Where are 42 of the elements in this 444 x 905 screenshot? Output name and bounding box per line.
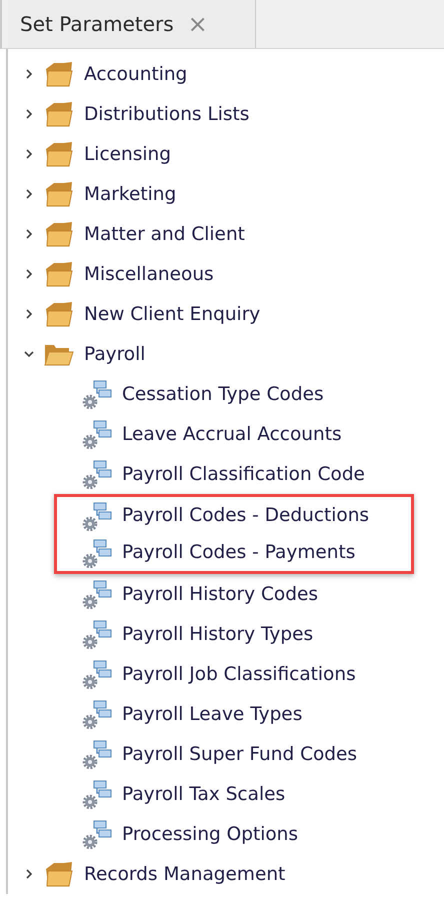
folder-icon [44, 101, 74, 127]
folder-label[interactable]: Accounting [84, 64, 188, 84]
folder-label[interactable]: Matter and Client [84, 224, 245, 244]
table-label[interactable]: Payroll Job Classifications [122, 664, 356, 684]
table-settings-icon [82, 379, 112, 409]
table-label[interactable]: Cessation Type Codes [122, 384, 324, 404]
folder-icon [44, 301, 74, 327]
table-settings-icon [82, 819, 112, 849]
table-settings-icon [82, 500, 112, 530]
table-label[interactable]: Leave Accrual Accounts [122, 424, 342, 444]
folder-label[interactable]: New Client Enquiry [84, 304, 260, 324]
table-label[interactable]: Payroll History Codes [122, 584, 318, 604]
table-label[interactable]: Payroll History Types [122, 624, 314, 644]
table-settings-icon [82, 779, 112, 809]
folder-label[interactable]: Miscellaneous [84, 264, 214, 284]
table-settings-icon [82, 619, 112, 649]
folder-icon [44, 61, 74, 87]
folder-label[interactable]: Records Management [84, 864, 286, 884]
table-settings-icon [82, 419, 112, 449]
folder-label[interactable]: Marketing [84, 184, 176, 204]
folder-icon [44, 861, 74, 887]
table-settings-icon [82, 739, 112, 769]
table-label[interactable]: Payroll Super Fund Codes [122, 744, 358, 764]
table-settings-icon [82, 579, 112, 609]
table-settings-icon [82, 459, 112, 489]
table-label[interactable]: Payroll Codes - Deductions [122, 505, 370, 526]
table-settings-icon [82, 659, 112, 689]
panel-tab[interactable]: Set Parameters × [8, 0, 256, 48]
table-label[interactable]: Payroll Classification Code [122, 464, 365, 484]
table-label[interactable]: Processing Options [122, 824, 298, 844]
table-label[interactable]: Payroll Tax Scales [122, 784, 286, 804]
table-label[interactable]: Payroll Leave Types [122, 704, 302, 724]
folder-label[interactable]: Licensing [84, 144, 171, 164]
folder-label[interactable]: Payroll [84, 344, 146, 364]
folder-label[interactable]: Distributions Lists [84, 104, 250, 124]
folder-icon [44, 261, 74, 287]
folder-icon [44, 181, 74, 207]
table-settings-icon [82, 538, 112, 568]
table-label[interactable]: Payroll Codes - Payments [122, 542, 356, 563]
folder-icon [44, 221, 74, 247]
folder-icon [44, 141, 74, 167]
table-settings-icon [82, 699, 112, 729]
